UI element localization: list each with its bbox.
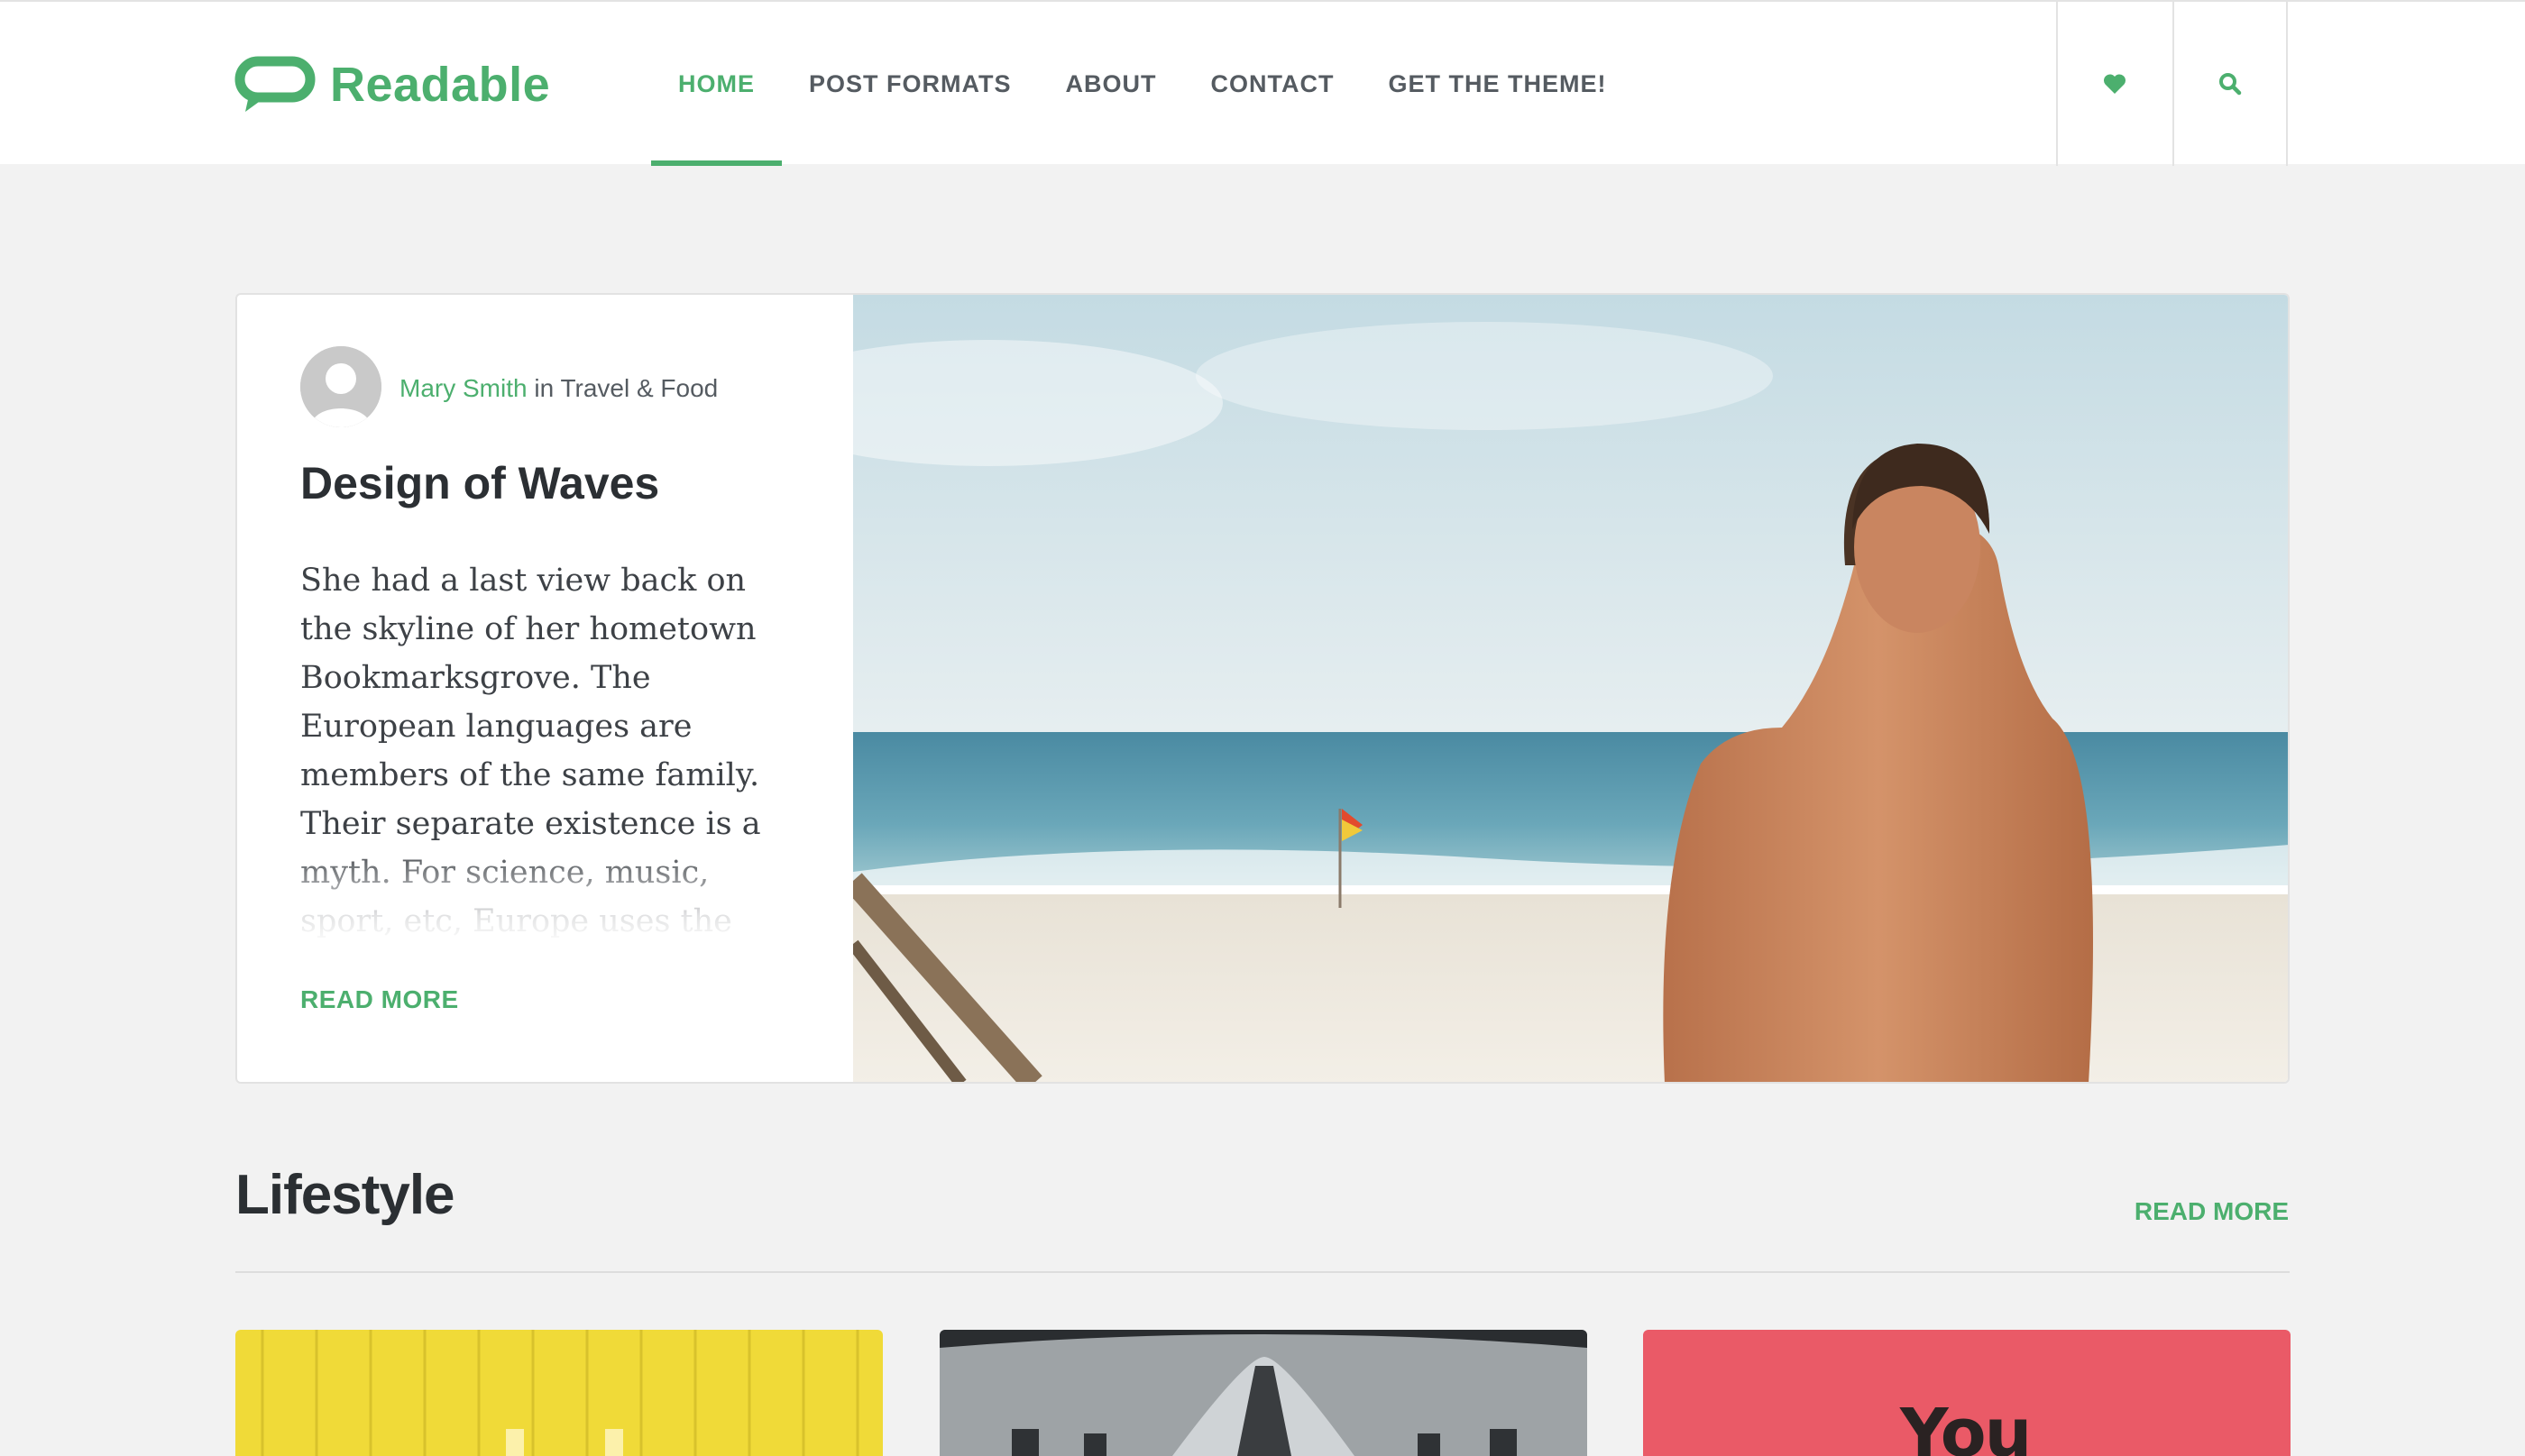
heart-icon (2103, 74, 2126, 94)
post-byline: Mary Smith in Travel & Food (399, 374, 718, 403)
nav-contact[interactable]: CONTACT (1184, 2, 1362, 166)
thumbnail-image (940, 1330, 1587, 1456)
user-icon (300, 346, 381, 427)
site-name: Readable (330, 58, 551, 112)
nav-home[interactable]: HOME (651, 2, 782, 166)
nav-post-formats[interactable]: POST FORMATS (782, 2, 1039, 166)
featured-post-card: Mary Smith in Travel & Food Design of Wa… (235, 293, 2290, 1084)
section-title-lifestyle[interactable]: Lifestyle (235, 1163, 455, 1227)
nav-get-the-theme[interactable]: GET THE THEME! (1361, 2, 1633, 166)
search-button[interactable] (2172, 2, 2288, 166)
site-header: Readable HOME POST FORMATS ABOUT CONTACT… (0, 0, 2525, 166)
author-link[interactable]: Mary Smith (399, 374, 528, 402)
main-nav: HOME POST FORMATS ABOUT CONTACT GET THE … (651, 2, 1633, 166)
featured-image-beach[interactable] (853, 295, 2290, 1084)
author-avatar[interactable] (300, 346, 381, 427)
favorites-button[interactable] (2056, 2, 2172, 166)
read-more-link[interactable]: READ MORE (300, 985, 459, 1014)
featured-post-text: Mary Smith in Travel & Food Design of Wa… (237, 295, 853, 1082)
section-divider (235, 1271, 2290, 1273)
category-link[interactable]: Travel & Food (560, 374, 718, 402)
thumbnail-image (235, 1330, 883, 1456)
speech-bubble-icon (234, 56, 316, 112)
post-thumbnail-yellow-wall[interactable] (235, 1330, 883, 1456)
site-logo[interactable]: Readable (234, 56, 550, 114)
section-read-more-link[interactable]: READ MORE (2135, 1197, 2289, 1226)
post-thumbnail-tunnel[interactable] (940, 1330, 1587, 1456)
byline-separator: in (527, 374, 561, 402)
search-icon (2219, 73, 2242, 96)
excerpt-fade-overlay (291, 845, 814, 946)
nav-about[interactable]: ABOUT (1039, 2, 1184, 166)
thumbnail-graffiti-text: You (1900, 1395, 2032, 1456)
post-title[interactable]: Design of Waves (300, 457, 805, 509)
post-thumbnail-red-wall[interactable]: You (1643, 1330, 2291, 1456)
